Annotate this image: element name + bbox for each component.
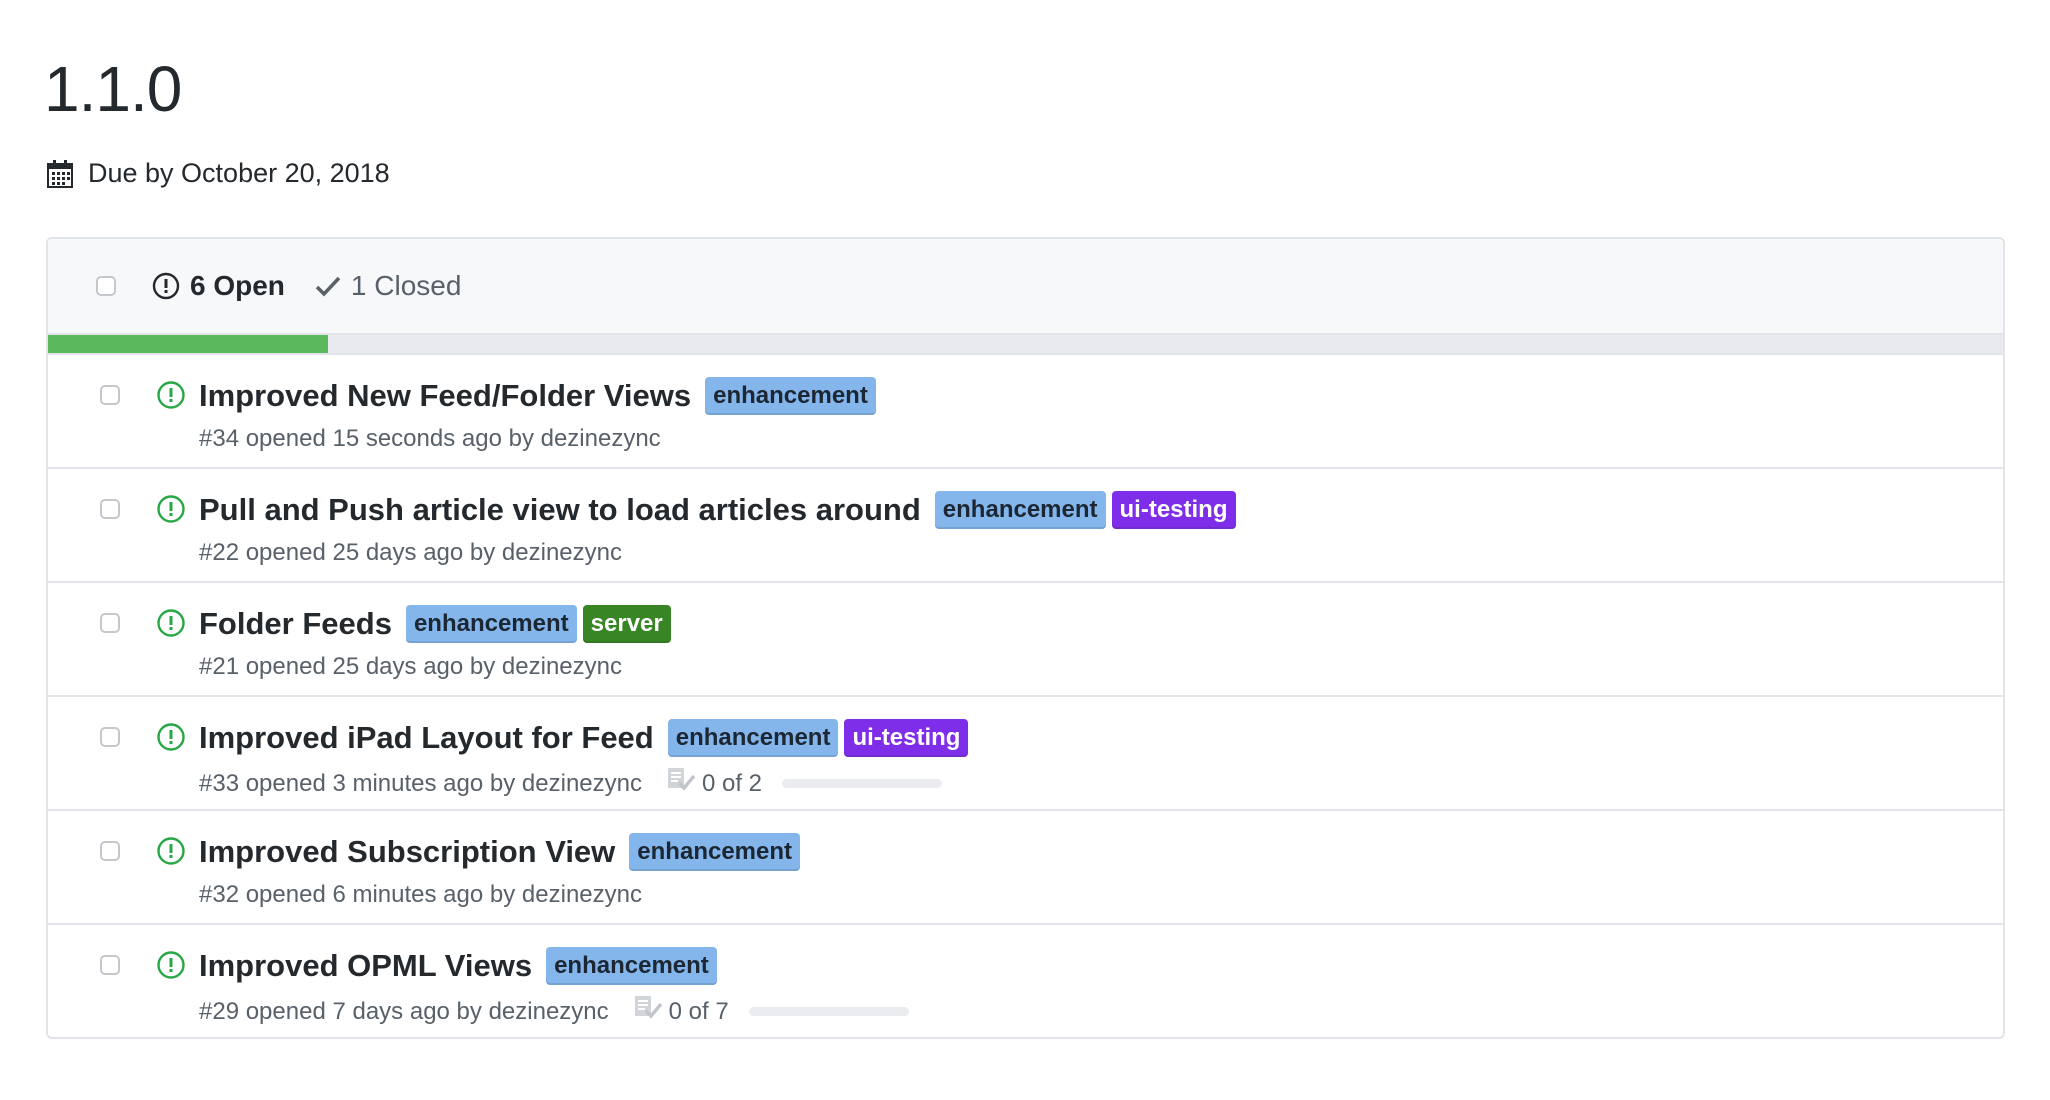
issue-opened-icon — [156, 836, 186, 866]
closed-count: 1 Closed — [350, 270, 462, 301]
checklist-icon — [666, 767, 696, 800]
issue-title-link[interactable]: Improved Subscription View — [199, 834, 615, 870]
milestone-progress-bar — [48, 335, 2003, 355]
issue-meta: #29 opened 7 days ago by dezinezync — [199, 997, 609, 1025]
issue-meta: #32 opened 6 minutes ago by dezinezync — [199, 881, 642, 908]
label-enhancement[interactable]: enhancement — [934, 491, 1106, 529]
issue-opened-icon — [152, 272, 180, 300]
select-all-checkbox[interactable] — [96, 276, 116, 296]
label-ui-testing[interactable]: ui-testing — [1111, 491, 1236, 529]
issues-header: 6 Open 1 Closed — [48, 239, 2003, 335]
issue-checkbox[interactable] — [100, 385, 120, 405]
issue-meta: #33 opened 3 minutes ago by dezinezync — [199, 769, 642, 797]
issue-meta: #34 opened 15 seconds ago by dezinezync — [199, 425, 661, 452]
checklist-icon — [633, 995, 663, 1028]
issue-row[interactable]: Folder Feeds enhancement server #21 opened … — [48, 583, 2003, 697]
due-date-text: Due by October 20, 2018 — [88, 158, 390, 188]
issue-checkbox[interactable] — [100, 499, 120, 519]
label-enhancement[interactable]: enhancement — [629, 833, 801, 871]
issue-opened-icon — [156, 608, 186, 638]
issue-checkbox[interactable] — [100, 841, 120, 861]
issue-opened-icon — [156, 722, 186, 752]
issue-title-link[interactable]: Improved OPML Views — [199, 948, 532, 984]
issue-meta: #21 opened 25 days ago by dezinezync — [199, 653, 622, 680]
milestone-title: 1.1.0 — [44, 53, 182, 125]
task-progress: 0 of 2 — [666, 767, 943, 800]
label-enhancement[interactable]: enhancement — [546, 947, 717, 985]
issues-box: 6 Open 1 Closed Improved New Feed/Folder… — [46, 237, 2005, 1039]
issue-row[interactable]: Improved iPad Layout for Feed enhancement… — [48, 697, 2003, 811]
issue-meta: #22 opened 25 days ago by dezinezync — [199, 539, 622, 566]
issue-row[interactable]: Improved New Feed/Folder Views enhancemen… — [48, 355, 2003, 469]
label-enhancement[interactable]: enhancement — [405, 605, 577, 643]
issue-title-link[interactable]: Improved iPad Layout for Feed — [199, 720, 654, 756]
issue-opened-icon — [156, 380, 186, 410]
open-count: 6 Open — [190, 270, 285, 301]
issue-checkbox[interactable] — [100, 727, 120, 747]
milestone-progress-fill — [48, 335, 328, 353]
label-enhancement[interactable]: enhancement — [705, 377, 876, 415]
label-ui-testing[interactable]: ui-testing — [844, 719, 969, 757]
task-progress-bar — [782, 779, 943, 788]
task-count: 0 of 7 — [668, 997, 729, 1025]
issue-title-link[interactable]: Improved New Feed/Folder Views — [199, 378, 691, 414]
issue-list: Improved New Feed/Folder Views enhancemen… — [48, 355, 2003, 1037]
issue-title-link[interactable]: Folder Feeds — [199, 606, 392, 642]
issue-opened-icon — [156, 494, 186, 524]
label-enhancement[interactable]: enhancement — [667, 719, 839, 757]
issue-title-link[interactable]: Pull and Push article view to load artic… — [199, 492, 921, 528]
label-server[interactable]: server — [582, 605, 671, 643]
issue-checkbox[interactable] — [100, 955, 120, 975]
check-icon — [315, 276, 341, 297]
issue-row[interactable]: Improved OPML Views enhancement #29 opened… — [48, 925, 2003, 1037]
open-issues-tab[interactable]: 6 Open — [152, 270, 285, 302]
task-progress: 0 of 7 — [633, 995, 909, 1028]
task-progress-bar — [748, 1007, 909, 1016]
issue-checkbox[interactable] — [100, 613, 120, 633]
calendar-icon — [47, 159, 73, 188]
issue-row[interactable]: Improved Subscription View enhancement #32… — [48, 811, 2003, 925]
closed-issues-tab[interactable]: 1 Closed — [315, 270, 462, 302]
issue-opened-icon — [156, 950, 186, 980]
due-date: Due by October 20, 2018 — [46, 158, 390, 189]
issue-row[interactable]: Pull and Push article view to load artic… — [48, 469, 2003, 583]
task-count: 0 of 2 — [701, 769, 763, 797]
